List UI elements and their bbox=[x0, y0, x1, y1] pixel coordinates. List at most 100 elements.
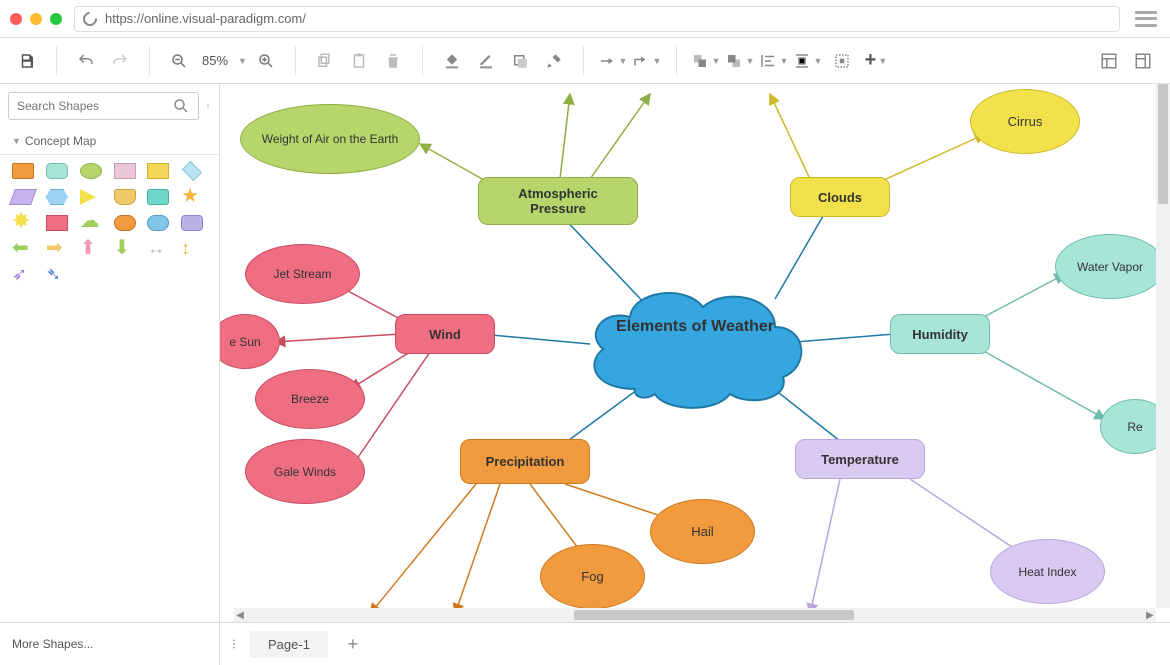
minimize-window-icon[interactable] bbox=[30, 13, 42, 25]
add-page-button[interactable]: + bbox=[338, 629, 368, 659]
shape-speech3[interactable] bbox=[181, 215, 203, 231]
main-area: ▼ Concept Map ★ ✸ ☁ ⬅ ➡ ⬆ ⬇ ↔ bbox=[0, 84, 1170, 622]
main-toolbar: 85% ▼ ▼ ▼ ▼ ▼ ▼ ▼ +▼ bbox=[0, 38, 1170, 84]
shape-speech1[interactable] bbox=[114, 215, 136, 231]
sub-water-vapor[interactable]: Water Vapor bbox=[1055, 234, 1156, 299]
search-icon[interactable] bbox=[172, 97, 190, 115]
shape-wide-rect[interactable] bbox=[147, 163, 169, 179]
sub-weight-air[interactable]: Weight of Air on the Earth bbox=[240, 104, 420, 174]
shape-square[interactable] bbox=[114, 163, 136, 179]
category-humidity[interactable]: Humidity bbox=[890, 314, 990, 354]
page-tab[interactable]: Page-1 bbox=[250, 631, 328, 658]
scroll-thumb-h[interactable] bbox=[574, 610, 854, 620]
shape-hexagon[interactable] bbox=[46, 189, 68, 205]
menu-icon[interactable] bbox=[1132, 8, 1160, 30]
shape-cloud[interactable]: ☁ bbox=[80, 215, 102, 231]
reload-icon[interactable] bbox=[80, 9, 100, 29]
url-text: https://online.visual-paradigm.com/ bbox=[105, 11, 306, 26]
format-panel-button[interactable] bbox=[1128, 46, 1158, 76]
shape-triangle[interactable] bbox=[80, 189, 96, 205]
shadow-button[interactable] bbox=[505, 46, 535, 76]
shape-parallelogram[interactable] bbox=[9, 189, 37, 205]
category-temperature[interactable]: Temperature bbox=[795, 439, 925, 479]
more-shapes-button[interactable]: More Shapes... bbox=[0, 623, 220, 665]
shape-arrow-diag2[interactable]: ➴ bbox=[46, 267, 68, 283]
close-window-icon[interactable] bbox=[10, 13, 22, 25]
shape-arrow-up[interactable]: ⬆ bbox=[80, 241, 102, 257]
page-options-icon[interactable] bbox=[228, 635, 240, 653]
style-brush-button[interactable] bbox=[539, 46, 569, 76]
redo-button[interactable] bbox=[105, 46, 135, 76]
shape-banner[interactable] bbox=[114, 189, 136, 205]
palette-title: Concept Map bbox=[25, 134, 96, 148]
shape-star[interactable]: ★ bbox=[181, 189, 203, 205]
footer: More Shapes... Page-1 + bbox=[0, 622, 1170, 665]
shape-callout[interactable] bbox=[147, 189, 169, 205]
shape-ellipse[interactable] bbox=[80, 163, 102, 179]
diagram-canvas[interactable]: Elements of Weather Atmospheric Pressure… bbox=[220, 84, 1156, 608]
layout-panel-button[interactable] bbox=[1094, 46, 1124, 76]
zoom-level[interactable]: 85% bbox=[198, 53, 232, 68]
sidebar: ▼ Concept Map ★ ✸ ☁ ⬅ ➡ ⬆ ⬇ ↔ bbox=[0, 84, 220, 622]
sub-breeze[interactable]: Breeze bbox=[255, 369, 365, 429]
shape-arrow-left[interactable]: ⬅ bbox=[12, 241, 34, 257]
copy-button[interactable] bbox=[310, 46, 340, 76]
shape-palette: ★ ✸ ☁ ⬅ ➡ ⬆ ⬇ ↔ ↕ ➶ ➴ bbox=[0, 155, 219, 622]
undo-button[interactable] bbox=[71, 46, 101, 76]
shape-arrow-ud[interactable]: ↕ bbox=[181, 241, 203, 257]
fill-color-button[interactable] bbox=[437, 46, 467, 76]
category-precipitation[interactable]: Precipitation bbox=[460, 439, 590, 484]
scroll-right-icon[interactable]: ▶ bbox=[1144, 610, 1156, 621]
window-titlebar: https://online.visual-paradigm.com/ bbox=[0, 0, 1170, 38]
url-bar[interactable]: https://online.visual-paradigm.com/ bbox=[74, 6, 1120, 32]
palette-header[interactable]: ▼ Concept Map bbox=[0, 128, 219, 155]
zoom-out-button[interactable] bbox=[164, 46, 194, 76]
connector-straight-button[interactable]: ▼ bbox=[598, 46, 628, 76]
align-button[interactable]: ▼ bbox=[759, 46, 789, 76]
shape-arrow-diag1[interactable]: ➶ bbox=[12, 267, 34, 283]
shape-diamond[interactable] bbox=[182, 161, 202, 181]
category-atm[interactable]: Atmospheric Pressure bbox=[478, 177, 638, 225]
shape-rounded-rect[interactable] bbox=[46, 163, 68, 179]
sub-fog[interactable]: Fog bbox=[540, 544, 645, 608]
window-controls bbox=[10, 13, 62, 25]
zoom-dropdown-icon[interactable]: ▼ bbox=[238, 56, 247, 66]
horizontal-scrollbar[interactable]: ◀ ▶ bbox=[234, 608, 1156, 622]
paste-button[interactable] bbox=[344, 46, 374, 76]
zoom-in-button[interactable] bbox=[251, 46, 281, 76]
category-wind[interactable]: Wind bbox=[395, 314, 495, 354]
to-front-button[interactable]: ▼ bbox=[691, 46, 721, 76]
vertical-scrollbar[interactable] bbox=[1156, 84, 1170, 608]
delete-button[interactable] bbox=[378, 46, 408, 76]
shape-burst[interactable]: ✸ bbox=[12, 215, 34, 231]
add-button[interactable]: +▼ bbox=[861, 46, 891, 76]
distribute-button[interactable]: ▼ bbox=[793, 46, 823, 76]
shape-rectangle[interactable] bbox=[12, 163, 34, 179]
select-all-button[interactable] bbox=[827, 46, 857, 76]
shape-arrow-lr[interactable]: ↔ bbox=[147, 241, 169, 257]
shape-arrow-down[interactable]: ⬇ bbox=[114, 241, 136, 257]
sub-hail[interactable]: Hail bbox=[650, 499, 755, 564]
central-node[interactable] bbox=[575, 279, 815, 414]
connector-elbow-button[interactable]: ▼ bbox=[632, 46, 662, 76]
canvas-area: Elements of Weather Atmospheric Pressure… bbox=[220, 84, 1170, 622]
search-shapes-input[interactable] bbox=[8, 92, 199, 120]
sub-jet-stream[interactable]: Jet Stream bbox=[245, 244, 360, 304]
sub-cirrus[interactable]: Cirrus bbox=[970, 89, 1080, 154]
category-clouds[interactable]: Clouds bbox=[790, 177, 890, 217]
shape-arrow-right[interactable]: ➡ bbox=[46, 241, 68, 257]
scroll-thumb[interactable] bbox=[1158, 84, 1168, 204]
save-button[interactable] bbox=[12, 46, 42, 76]
shape-speech2[interactable] bbox=[147, 215, 169, 231]
more-icon[interactable] bbox=[205, 97, 211, 115]
to-back-button[interactable]: ▼ bbox=[725, 46, 755, 76]
collapse-icon: ▼ bbox=[12, 136, 21, 146]
shape-pink-rect[interactable] bbox=[46, 215, 68, 231]
central-node-label: Elements of Weather bbox=[600, 314, 790, 340]
maximize-window-icon[interactable] bbox=[50, 13, 62, 25]
search-input-field[interactable] bbox=[17, 99, 172, 113]
sub-heat-index[interactable]: Heat Index bbox=[990, 539, 1105, 604]
scroll-left-icon[interactable]: ◀ bbox=[234, 610, 246, 621]
sub-gale-winds[interactable]: Gale Winds bbox=[245, 439, 365, 504]
line-color-button[interactable] bbox=[471, 46, 501, 76]
